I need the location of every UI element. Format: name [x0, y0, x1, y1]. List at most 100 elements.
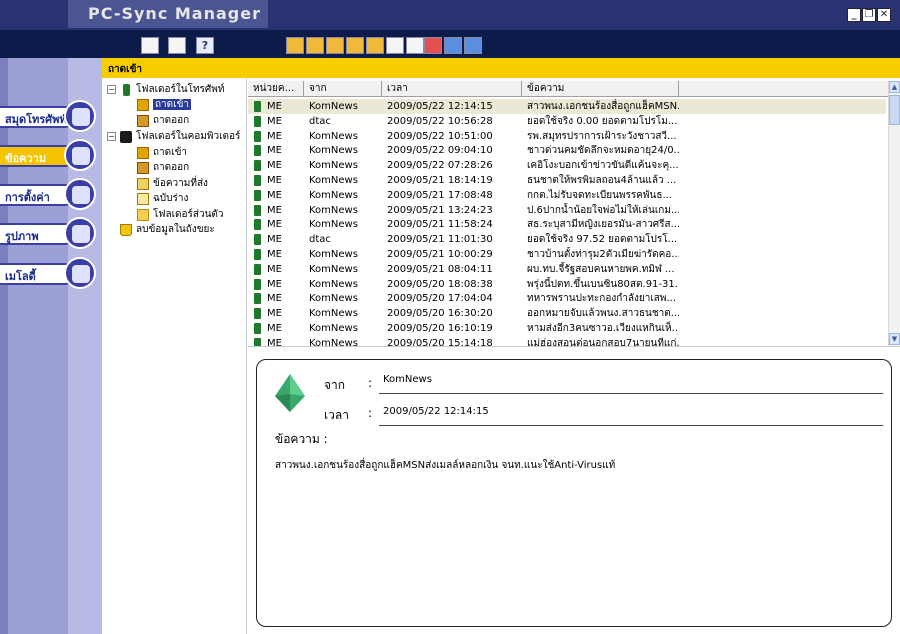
cell-text: ป.6ปากน้ำน้อยใจพ่อไม่ให้เล่นเกม...: [527, 204, 679, 216]
scroll-down-icon[interactable]: ▼: [889, 333, 900, 345]
tree-pc-folder[interactable]: โฟลเดอร์ในคอมพิวเตอร์: [120, 129, 240, 144]
time-label: เวลา: [324, 408, 349, 422]
minimize-button[interactable]: _: [847, 8, 861, 22]
table-row[interactable]: ME KomNews 2009/05/20 16:30:20 ออกหมายจับแล…: [248, 306, 886, 321]
table-row[interactable]: ME KomNews 2009/05/21 08:04:11 ผบ.ทบ.จี้รัฐ…: [248, 262, 886, 277]
tree-trash[interactable]: ลบข้อมูลในถังขยะ: [120, 222, 215, 237]
table-row[interactable]: ME KomNews 2009/05/22 07:28:26 เคอิโงะบอกเข…: [248, 158, 886, 173]
edit-icon[interactable]: [168, 37, 186, 54]
tree-phone-folder[interactable]: โฟลเดอร์ในโทรศัพท์: [120, 82, 224, 97]
reply-icon[interactable]: [346, 37, 364, 54]
cell-time: 2009/05/20 16:10:19: [387, 323, 493, 334]
list-header: หน่วยค... จาก เวลา ข้อความ: [248, 81, 888, 97]
phone-icon: [254, 160, 261, 172]
cell-unit: ME: [267, 145, 282, 157]
from-label: จาก: [324, 378, 346, 392]
scroll-thumb[interactable]: [889, 95, 900, 125]
nav-label-melody: เมโลดี้: [5, 270, 36, 283]
vertical-scrollbar[interactable]: ▲ ▼: [888, 81, 900, 346]
restore-button[interactable]: ❐: [862, 8, 876, 22]
nav-item-melody[interactable]: เมโลดี้: [0, 257, 96, 291]
tree-label: ลบข้อมูลในถังขยะ: [136, 224, 215, 235]
close-button[interactable]: ✕: [877, 8, 891, 22]
move-icon[interactable]: [406, 37, 424, 54]
column-header-unit[interactable]: หน่วยค...: [248, 81, 304, 97]
inbox-icon: [137, 146, 149, 159]
cell-text: สาวพนง.เอกชนร้องสื่อถูกแฮ็คMSN...: [527, 101, 679, 112]
cell-text: พรุ่งนี้ปตท.ขึ้นเบนซิน80สต.91-31...: [527, 278, 679, 290]
tree-label: โฟลเดอร์ส่วนตัว: [153, 209, 224, 220]
tree-pc-inbox[interactable]: ถาดเข้า: [137, 145, 187, 160]
cell-time: 2009/05/22 12:14:15: [387, 101, 493, 112]
phone-icon: [254, 189, 261, 201]
message-detail-panel: จาก : KomNews เวลา : 2009/05/22 12:14:15…: [256, 359, 892, 627]
cell-time: 2009/05/21 13:24:23: [387, 204, 493, 216]
info-icon[interactable]: [464, 37, 482, 54]
table-row[interactable]: ME KomNews 2009/05/21 17:08:48 กกต.ไม่รับจด…: [248, 188, 886, 203]
open-envelope-icon[interactable]: [306, 37, 324, 54]
copy-icon[interactable]: [386, 37, 404, 54]
cell-text: ยอดใช้จริง 97.52 ยอดตามโปรโ...: [527, 234, 678, 246]
table-row[interactable]: ME KomNews 2009/05/20 16:10:19 หามส่งอีก3คน…: [248, 321, 886, 336]
forward-icon[interactable]: [366, 37, 384, 54]
table-row[interactable]: ME KomNews 2009/05/21 11:58:24 สธ.ระบุสามีห…: [248, 217, 886, 232]
table-row[interactable]: ME KomNews 2009/05/22 09:04:10 ชาวด่วนคมชัด…: [248, 143, 886, 158]
table-row[interactable]: ME KomNews 2009/05/20 15:14:18 แม่ฮ่องสอนต่…: [248, 336, 886, 346]
table-row[interactable]: ME KomNews 2009/05/22 10:51:00 รพ.สมุทรปราก…: [248, 129, 886, 144]
collapse-toggle-phone[interactable]: −: [107, 85, 116, 94]
envelope-icon: [64, 139, 96, 171]
collapse-toggle-pc[interactable]: −: [107, 132, 116, 141]
send-icon[interactable]: [326, 37, 344, 54]
table-row[interactable]: ME KomNews 2009/05/21 18:14:19 ธนชาตให้พรพิ…: [248, 173, 886, 188]
table-row[interactable]: ME KomNews 2009/05/20 18:08:38 พรุ่งนี้ปตท.…: [248, 277, 886, 292]
folder-header-bar: ถาดเข้า: [102, 58, 900, 78]
phone-icon: [254, 219, 261, 231]
column-header-from[interactable]: จาก: [304, 81, 382, 97]
tree-pc-personal[interactable]: โฟลเดอร์ส่วนตัว: [137, 207, 224, 222]
time-underline: [379, 425, 883, 426]
cell-time: 2009/05/21 08:04:11: [387, 263, 493, 275]
table-row[interactable]: ME dtac 2009/05/22 10:56:28 ยอดใช้จริง 0.00…: [248, 114, 886, 129]
tree-label: ถาดออก: [153, 162, 190, 173]
table-row[interactable]: ME KomNews 2009/05/21 10:00:29 ชาวบ้านตั้งท…: [248, 247, 886, 262]
nav-item-settings[interactable]: การตั้งค่า: [0, 178, 96, 212]
delete-icon[interactable]: [424, 37, 442, 54]
tree-pc-outbox[interactable]: ถาดออก: [137, 160, 189, 175]
tree-phone-outbox[interactable]: ถาดออก: [137, 113, 189, 128]
scroll-up-icon[interactable]: ▲: [889, 81, 900, 93]
nav-label-phonebook: สมุดโทรศัพท์: [5, 113, 67, 126]
cell-text: หามส่งอีก3คนซาวอ.เวียงแหกินเห็...: [527, 323, 679, 334]
table-row[interactable]: ME KomNews 2009/05/20 17:04:04 ทหารพรานปะทะ…: [248, 291, 886, 306]
cell-text: เคอิโงะบอกเข้าข่าวขันดีแค้นจะคุ...: [527, 160, 679, 172]
tree-label: ถาดออก: [153, 115, 190, 126]
cell-time: 2009/05/22 07:28:26: [387, 160, 493, 172]
nav-label-messages: ข้อความ: [5, 152, 47, 165]
tree-pc-sent[interactable]: ข้อความที่ส่ง: [137, 176, 208, 191]
message-list: หน่วยค... จาก เวลา ข้อความ ME KomNews 2009…: [248, 78, 900, 346]
sync-icon[interactable]: [444, 37, 462, 54]
phone-icon: [254, 145, 261, 157]
table-row[interactable]: ME KomNews 2009/05/21 13:24:23 ป.6ปากน้ำน้อ…: [248, 203, 886, 218]
column-header-message[interactable]: ข้อความ: [522, 81, 679, 97]
cell-unit: ME: [267, 278, 282, 290]
new-message-icon[interactable]: [286, 37, 304, 54]
table-row[interactable]: ME dtac 2009/05/21 11:01:30 ยอดใช้จริง 97.5…: [248, 232, 886, 247]
phone-icon: [254, 323, 261, 334]
table-row[interactable]: ME KomNews 2009/05/22 12:14:15 สาวพนง.เอกชน…: [248, 99, 886, 114]
nav-item-pictures[interactable]: รูปภาพ: [0, 217, 96, 251]
document-icon[interactable]: [141, 37, 159, 54]
column-header-time[interactable]: เวลา: [382, 81, 522, 97]
music-icon: [64, 257, 96, 289]
tree-label: โฟลเดอร์ในโทรศัพท์: [136, 84, 225, 95]
cell-unit: ME: [267, 130, 282, 142]
cell-text: กกต.ไม่รับจดทะเบียนพรรคพันธ...: [527, 189, 672, 201]
phone-icon: [123, 83, 130, 96]
tree-pc-drafts[interactable]: ฉบับร่าง: [137, 191, 188, 206]
cell-time: 2009/05/22 09:04:10: [387, 145, 493, 157]
message-label: ข้อความ :: [275, 432, 328, 446]
help-icon[interactable]: ?: [196, 37, 214, 54]
nav-item-phonebook[interactable]: สมุดโทรศัพท์: [0, 100, 96, 134]
nav-label-pictures: รูปภาพ: [5, 230, 39, 243]
tree-phone-inbox[interactable]: ถาดเข้า: [137, 97, 192, 112]
nav-item-messages[interactable]: ข้อความ: [0, 139, 96, 173]
